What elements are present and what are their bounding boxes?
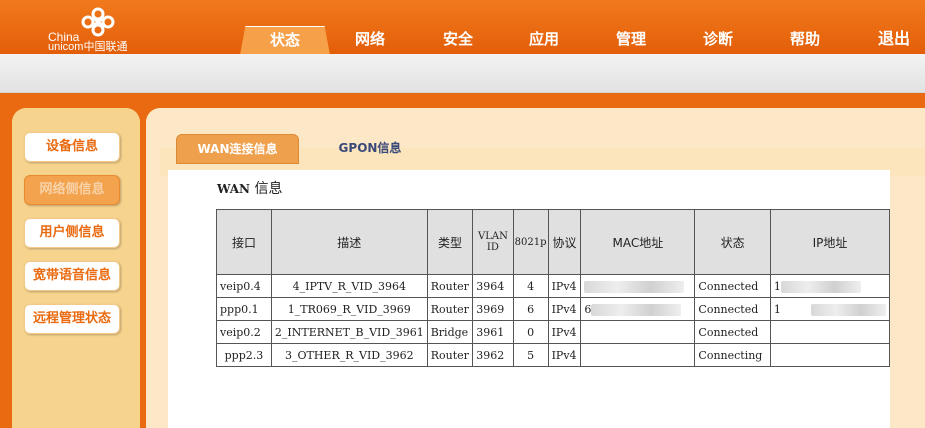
- cell-desc: 4_IPTV_R_VID_3964: [270, 274, 428, 298]
- table-row: veip0.4 4_IPTV_R_VID_3964 Router 3964 4 …: [216, 274, 890, 298]
- cell-ip-text: 1: [773, 302, 781, 316]
- cell-iface: veip0.4: [216, 274, 272, 298]
- cell-vlan: 3969: [472, 297, 514, 321]
- cell-mac: [580, 274, 696, 298]
- col-header-desc: 描述: [270, 209, 428, 275]
- col-header-proto: 协议: [547, 209, 582, 275]
- sidebar-item-voice-info[interactable]: 宽带语音信息: [24, 261, 120, 291]
- cell-proto: IPv4: [547, 274, 582, 298]
- redacted-mac: [584, 280, 685, 293]
- brand-line2: unicom中国联通: [48, 41, 128, 53]
- col-header-8021p: 8021p: [512, 209, 549, 275]
- cell-proto: IPv4: [547, 320, 582, 344]
- col-header-ip: IP地址: [769, 209, 890, 275]
- cell-status: Connected: [694, 320, 771, 344]
- cell-8021p: 0: [512, 320, 549, 344]
- col-header-mac: MAC地址: [580, 209, 696, 275]
- cell-8021p: 6: [512, 297, 549, 321]
- section-title: WAN 信息: [217, 178, 282, 198]
- col-header-iface: 接口: [216, 209, 272, 275]
- cell-desc: 2_INTERNET_B_VID_3961: [270, 320, 428, 344]
- redacted-ip: [780, 280, 861, 293]
- cell-mac: 6: [580, 297, 696, 321]
- cell-proto: IPv4: [547, 343, 582, 367]
- section-title-suffix: 信息: [250, 181, 283, 197]
- nav-tab-security[interactable]: 安全: [428, 26, 488, 54]
- tab-gpon-info[interactable]: GPON信息: [320, 134, 420, 162]
- redacted-ip: [810, 303, 886, 316]
- cell-vlan: 3964: [472, 274, 514, 298]
- nav-tab-apps[interactable]: 应用: [514, 26, 574, 54]
- tab-wan-info[interactable]: WAN连接信息: [176, 134, 299, 164]
- cell-mac: [580, 320, 696, 344]
- logout-button[interactable]: 退出: [866, 26, 922, 54]
- col-header-type: 类型: [426, 209, 474, 275]
- cell-vlan: 3962: [472, 343, 514, 367]
- cell-ip: [769, 343, 890, 367]
- cell-ip: [769, 320, 890, 344]
- cell-desc: 1_TR069_R_VID_3969: [270, 297, 428, 321]
- sub-header-bar: [0, 54, 925, 93]
- sidebar-item-user-info[interactable]: 用户侧信息: [24, 218, 120, 248]
- top-header: China unicom中国联通 状态 网络 安全 应用 管理 诊断 帮助 退出: [0, 0, 925, 55]
- nav-tab-manage[interactable]: 管理: [601, 26, 661, 54]
- sidebar-item-remote-mgmt[interactable]: 远程管理状态: [24, 304, 120, 334]
- cell-type: Router: [426, 297, 474, 321]
- sidebar-item-network-info[interactable]: 网络侧信息: [24, 175, 120, 205]
- table-row: veip0.2 2_INTERNET_B_VID_3961 Bridge 396…: [216, 320, 890, 344]
- cell-ip: 1: [769, 274, 890, 298]
- cell-iface: veip0.2: [216, 320, 272, 344]
- cell-ip: 1: [769, 297, 890, 321]
- section-title-prefix: WAN: [217, 182, 250, 196]
- table-row: ppp2.3 3_OTHER_R_VID_3962 Router 3962 5 …: [216, 343, 890, 367]
- col-header-status: 状态: [694, 209, 771, 275]
- nav-tab-diagnose[interactable]: 诊断: [688, 26, 748, 54]
- cell-type: Router: [426, 274, 474, 298]
- cell-iface: ppp2.3: [216, 343, 272, 367]
- cell-status: Connected: [694, 297, 771, 321]
- cell-status: Connecting: [694, 343, 771, 367]
- col-header-vlan: VLAN ID: [472, 209, 514, 275]
- nav-tab-network[interactable]: 网络: [340, 26, 400, 54]
- cell-type: Router: [426, 343, 474, 367]
- cell-8021p: 4: [512, 274, 549, 298]
- cell-proto: IPv4: [547, 297, 582, 321]
- wan-table-viewport: 接口 描述 类型 VLAN ID 8021p 协议 MAC地址 状态 IP地址 …: [216, 209, 890, 379]
- table-row: ppp0.1 1_TR069_R_VID_3969 Router 3969 6 …: [216, 297, 890, 321]
- cell-ip-text: 1: [773, 279, 781, 293]
- cell-status: Connected: [694, 274, 771, 298]
- sidebar-item-device-info[interactable]: 设备信息: [24, 132, 120, 162]
- redacted-mac: [591, 303, 682, 316]
- cell-iface: ppp0.1: [216, 297, 272, 321]
- cell-desc: 3_OTHER_R_VID_3962: [270, 343, 428, 367]
- table-header-row: 接口 描述 类型 VLAN ID 8021p 协议 MAC地址 状态 IP地址: [216, 209, 890, 275]
- cell-8021p: 5: [512, 343, 549, 367]
- cell-mac: [580, 343, 696, 367]
- wan-table: 接口 描述 类型 VLAN ID 8021p 协议 MAC地址 状态 IP地址 …: [216, 209, 890, 367]
- cell-vlan: 3961: [472, 320, 514, 344]
- nav-tab-help[interactable]: 帮助: [775, 26, 835, 54]
- cell-mac-text: 6: [584, 302, 592, 316]
- cell-type: Bridge: [426, 320, 474, 344]
- nav-tab-status[interactable]: 状态: [240, 26, 330, 55]
